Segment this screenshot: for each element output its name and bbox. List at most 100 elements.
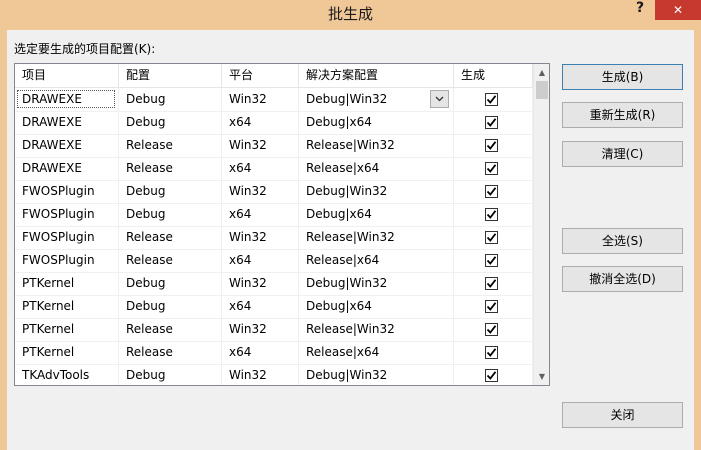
table-row[interactable]: PTKernel Release x64 Release|x64 <box>15 341 533 365</box>
platform-cell: x64 <box>222 203 299 226</box>
solution-config-dropdown-button[interactable] <box>430 90 449 108</box>
solution-config-cell[interactable]: Release|Win32 <box>299 318 454 341</box>
config-cell: Release <box>119 318 222 341</box>
solution-config-cell[interactable]: Release|x64 <box>299 341 454 364</box>
platform-cell: x64 <box>222 111 299 134</box>
scroll-up-icon[interactable]: ▲ <box>534 64 549 81</box>
build-cell <box>454 295 533 318</box>
select-all-button[interactable]: 全选(S) <box>562 228 683 254</box>
grid-header: 项目 配置 平台 解决方案配置 生成 <box>15 64 533 88</box>
checkmark-icon <box>486 371 497 380</box>
solution-config-cell[interactable]: Debug|x64 <box>299 203 454 226</box>
solution-config-cell[interactable]: Debug|Win32 <box>299 364 454 385</box>
build-checkbox[interactable] <box>485 369 498 382</box>
table-row[interactable]: PTKernel Debug x64 Debug|x64 <box>15 295 533 319</box>
solution-config-cell[interactable]: Debug|Win32 <box>299 272 454 295</box>
build-checkbox[interactable] <box>485 208 498 221</box>
platform-cell: x64 <box>222 249 299 272</box>
build-checkbox[interactable] <box>485 185 498 198</box>
build-checkbox[interactable] <box>485 116 498 129</box>
config-cell: Release <box>119 249 222 272</box>
solution-config-cell[interactable]: Release|Win32 <box>299 226 454 249</box>
build-checkbox[interactable] <box>485 323 498 336</box>
column-header-platform[interactable]: 平台 <box>222 64 299 87</box>
checkmark-icon <box>486 187 497 196</box>
table-row[interactable]: PTKernel Release Win32 Release|Win32 <box>15 318 533 342</box>
window-title: 批生成 <box>327 5 373 23</box>
rebuild-button[interactable]: 重新生成(R) <box>562 102 683 128</box>
build-checkbox[interactable] <box>485 162 498 175</box>
config-cell: Debug <box>119 180 222 203</box>
build-cell <box>454 157 533 180</box>
close-window-button[interactable]: ✕ <box>655 0 701 20</box>
table-row[interactable]: PTKernel Debug Win32 Debug|Win32 <box>15 272 533 296</box>
project-cell: DRAWEXE <box>15 157 119 180</box>
project-cell: FWOSPlugin <box>15 249 119 272</box>
project-cell: PTKernel <box>15 272 119 295</box>
build-cell <box>454 88 533 111</box>
config-cell: Debug <box>119 364 222 385</box>
solution-config-cell[interactable]: Release|x64 <box>299 157 454 180</box>
build-cell <box>454 203 533 226</box>
column-header-solution-config[interactable]: 解决方案配置 <box>299 64 454 87</box>
table-row[interactable]: FWOSPlugin Debug Win32 Debug|Win32 <box>15 180 533 204</box>
table-row[interactable]: DRAWEXE Debug x64 Debug|x64 <box>15 111 533 135</box>
table-row[interactable]: FWOSPlugin Release Win32 Release|Win32 <box>15 226 533 250</box>
build-checkbox[interactable] <box>485 277 498 290</box>
solution-config-cell[interactable]: Debug|x64 <box>299 295 454 318</box>
checkmark-icon <box>486 279 497 288</box>
table-row[interactable]: FWOSPlugin Debug x64 Debug|x64 <box>15 203 533 227</box>
scroll-down-icon[interactable]: ▼ <box>534 368 549 385</box>
table-row[interactable]: TKAdvTools Debug Win32 Debug|Win32 <box>15 364 533 385</box>
platform-cell: Win32 <box>222 364 299 385</box>
config-cell: Debug <box>119 88 222 111</box>
clean-button[interactable]: 清理(C) <box>562 141 683 167</box>
column-header-config[interactable]: 配置 <box>119 64 222 87</box>
project-cell: FWOSPlugin <box>15 180 119 203</box>
table-row[interactable]: DRAWEXE Release x64 Release|x64 <box>15 157 533 181</box>
platform-cell: Win32 <box>222 226 299 249</box>
build-cell <box>454 364 533 385</box>
solution-config-cell[interactable]: Debug|Win32 <box>299 180 454 203</box>
platform-cell: Win32 <box>222 318 299 341</box>
build-cell <box>454 226 533 249</box>
table-row[interactable]: FWOSPlugin Release x64 Release|x64 <box>15 249 533 273</box>
config-cell: Release <box>119 341 222 364</box>
build-button[interactable]: 生成(B) <box>562 64 683 90</box>
build-checkbox[interactable] <box>485 139 498 152</box>
focus-rectangle <box>17 90 115 108</box>
title-bar: 批生成 ? ✕ <box>0 0 701 26</box>
table-row[interactable]: DRAWEXE Release Win32 Release|Win32 <box>15 134 533 158</box>
build-cell <box>454 180 533 203</box>
checkmark-icon <box>486 164 497 173</box>
solution-config-cell[interactable]: Debug|Win32 <box>299 88 454 111</box>
table-row[interactable]: DRAWEXE Debug Win32 Debug|Win32 <box>15 88 533 112</box>
vertical-scrollbar[interactable]: ▲ ▼ <box>533 64 549 385</box>
column-header-build[interactable]: 生成 <box>454 64 533 87</box>
project-cell: FWOSPlugin <box>15 226 119 249</box>
build-checkbox[interactable] <box>485 93 498 106</box>
solution-config-cell[interactable]: Release|x64 <box>299 249 454 272</box>
solution-config-cell[interactable]: Release|Win32 <box>299 134 454 157</box>
checkmark-icon <box>486 141 497 150</box>
build-checkbox[interactable] <box>485 300 498 313</box>
project-cell: DRAWEXE <box>15 88 119 111</box>
build-checkbox[interactable] <box>485 346 498 359</box>
close-button[interactable]: 关闭 <box>562 402 683 428</box>
checkmark-icon <box>486 325 497 334</box>
config-cell: Debug <box>119 111 222 134</box>
deselect-all-button[interactable]: 撤消全选(D) <box>562 266 683 292</box>
build-cell <box>454 341 533 364</box>
scrollbar-thumb[interactable] <box>536 81 548 99</box>
column-header-project[interactable]: 项目 <box>15 64 119 87</box>
platform-cell: x64 <box>222 341 299 364</box>
config-cell: Debug <box>119 203 222 226</box>
solution-config-cell[interactable]: Debug|x64 <box>299 111 454 134</box>
chevron-down-icon <box>435 96 444 102</box>
help-button[interactable]: ? <box>632 0 648 16</box>
config-cell: Release <box>119 157 222 180</box>
build-checkbox[interactable] <box>485 254 498 267</box>
checkmark-icon <box>486 233 497 242</box>
checkmark-icon <box>486 302 497 311</box>
build-checkbox[interactable] <box>485 231 498 244</box>
